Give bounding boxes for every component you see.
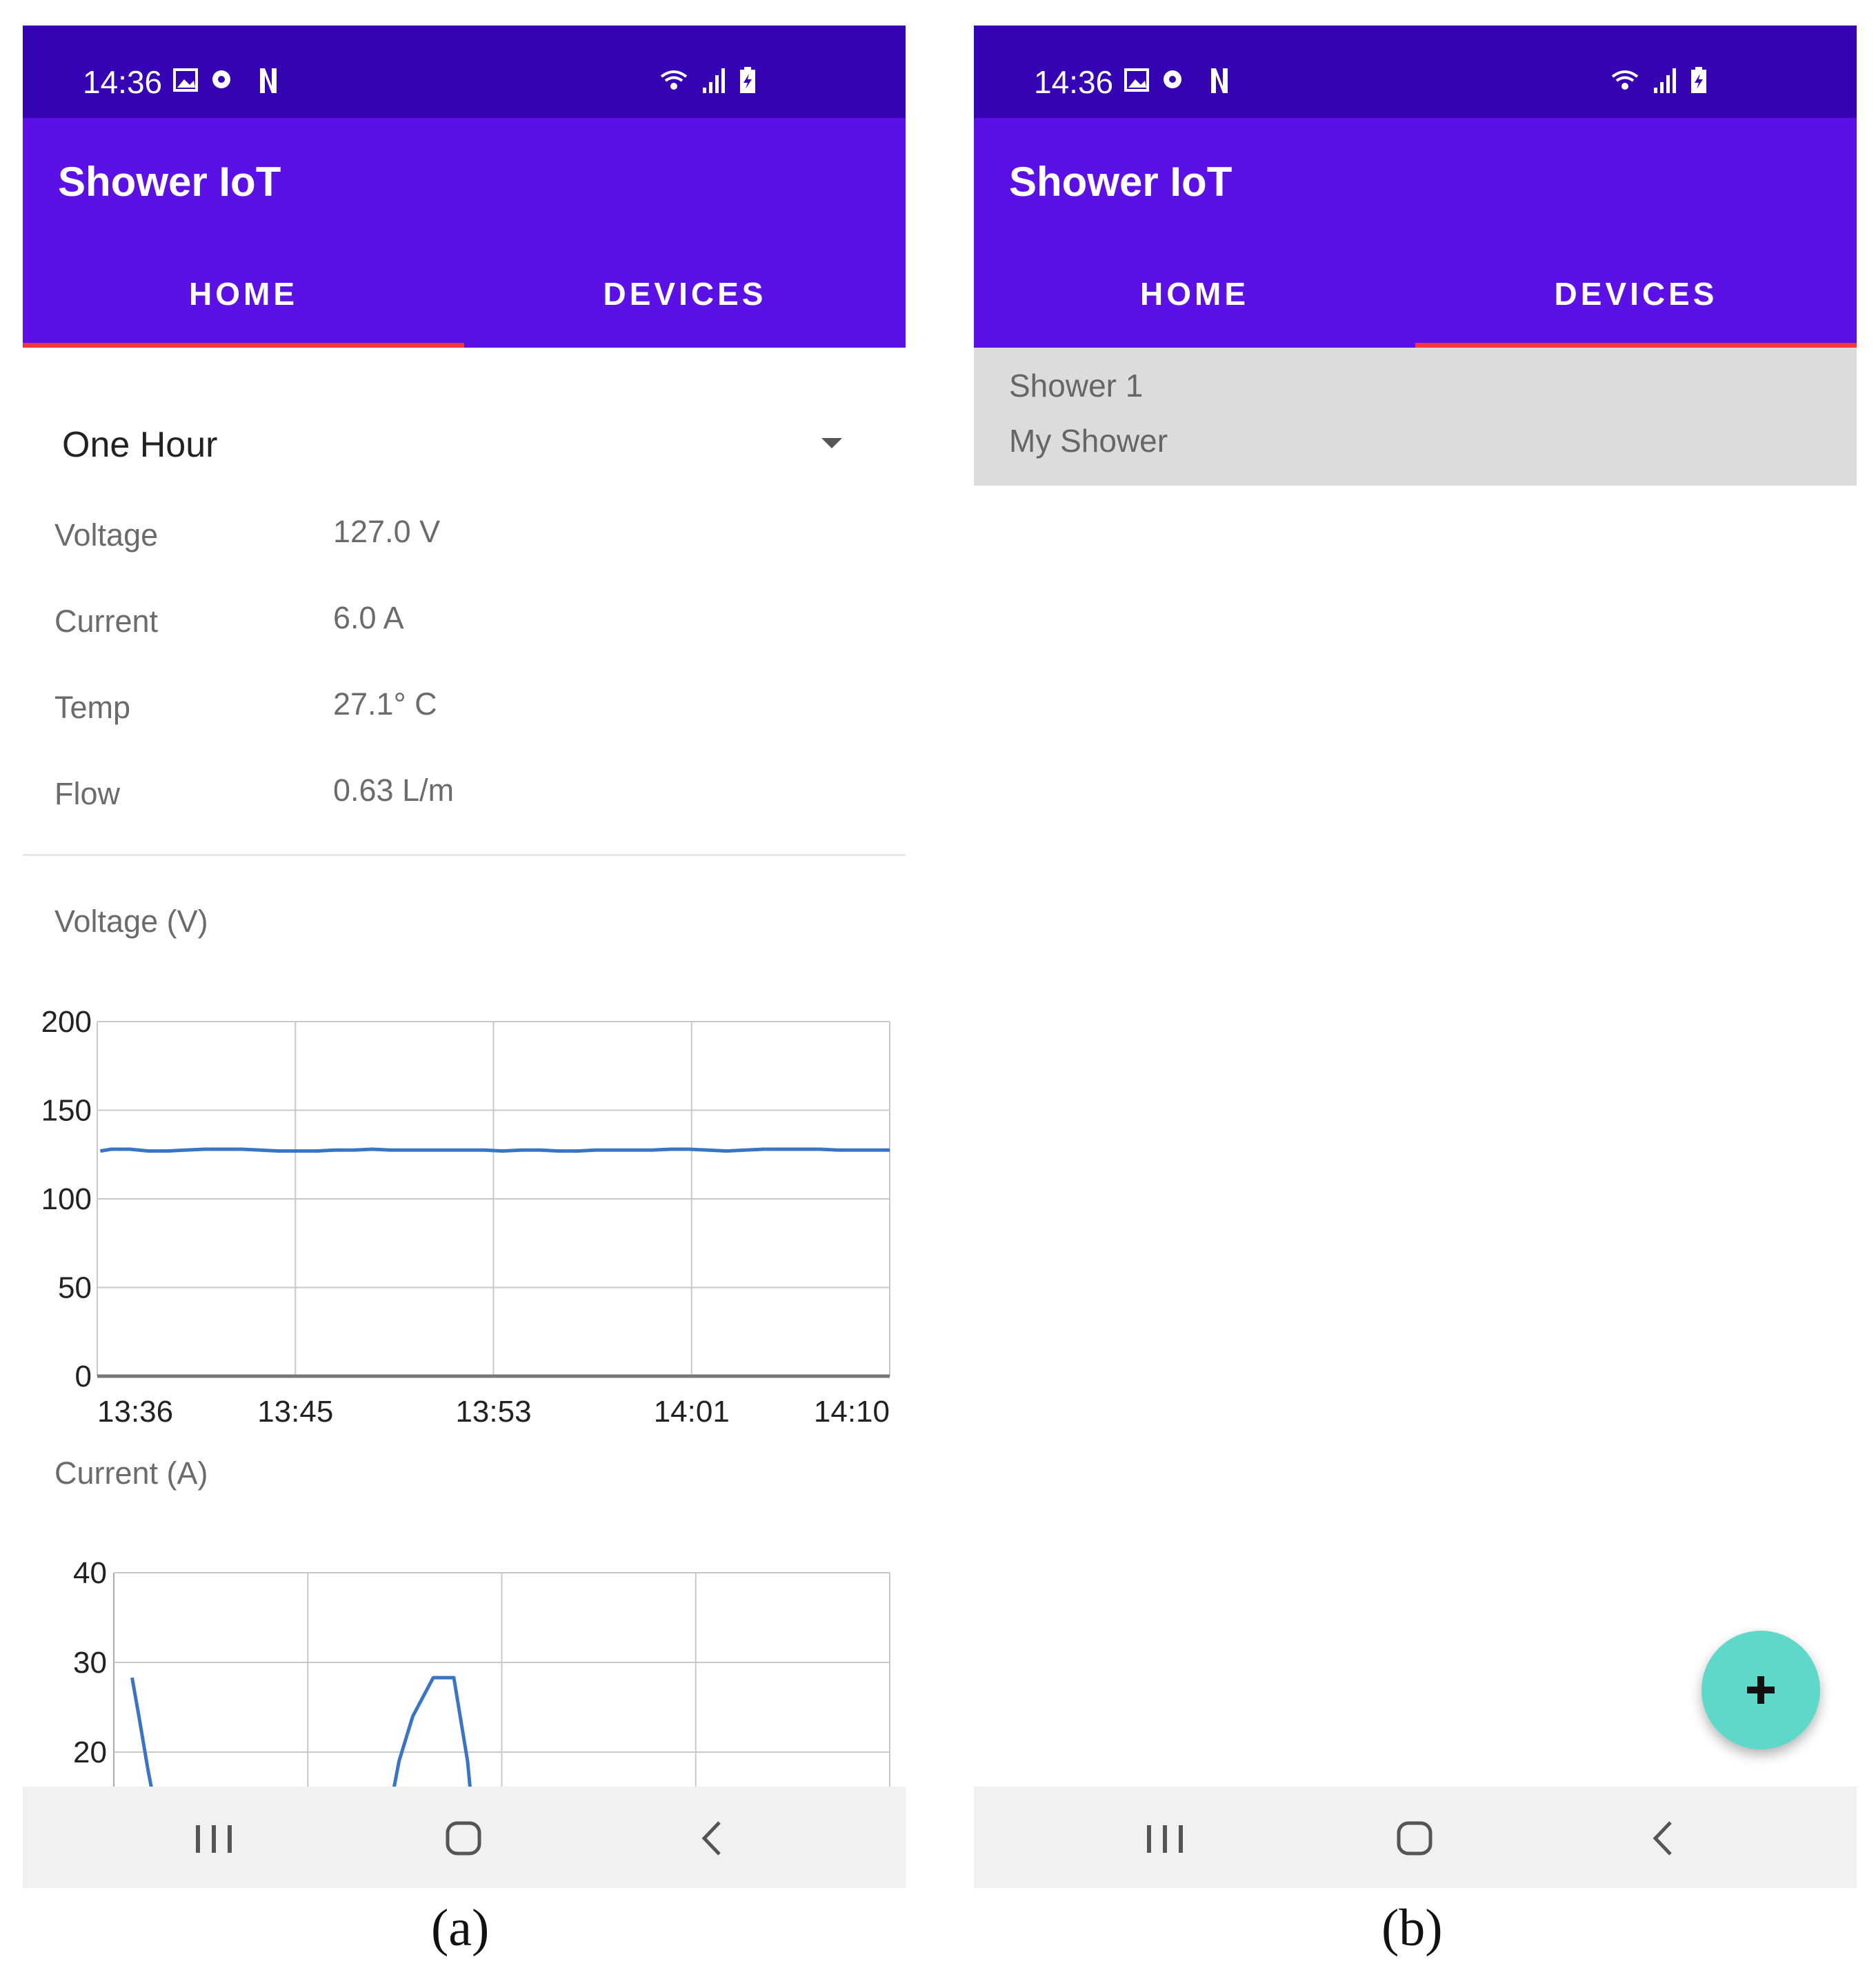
y-tick-label: 50 bbox=[58, 1271, 92, 1305]
status-bar: 14:36 bbox=[974, 26, 1857, 118]
home-button-icon[interactable] bbox=[1387, 1814, 1442, 1862]
system-status-icons bbox=[1611, 67, 1706, 93]
voltage-series-line bbox=[99, 1147, 890, 1153]
current-series-line bbox=[392, 1676, 472, 1787]
x-tick-label: 13:53 bbox=[455, 1395, 531, 1429]
phone-screen-home: 14:36 Shower IoT HOME DEVICES One Hour V… bbox=[23, 26, 906, 1888]
reading-value-current: 6.0 A bbox=[333, 600, 404, 635]
recent-apps-icon[interactable] bbox=[1137, 1814, 1193, 1862]
tab-devices[interactable]: DEVICES bbox=[1415, 275, 1857, 312]
navigation-bar bbox=[23, 1787, 906, 1888]
phone-screen-devices: 14:36 Shower IoT HOME DEVICES Shower 1 M… bbox=[974, 26, 1857, 1888]
current-chart-title: Current (A) bbox=[54, 1455, 208, 1491]
wifi-icon bbox=[1611, 70, 1639, 90]
period-dropdown[interactable]: One Hour bbox=[23, 350, 906, 488]
app-title: Shower IoT bbox=[58, 159, 281, 205]
system-status-icons bbox=[660, 67, 755, 93]
app-bar: Shower IoT HOME DEVICES bbox=[974, 118, 1857, 348]
tab-indicator bbox=[23, 343, 464, 348]
reading-label-flow: Flow bbox=[54, 776, 121, 811]
reading-value-voltage: 127.0 V bbox=[333, 514, 441, 549]
add-device-button[interactable] bbox=[1702, 1631, 1820, 1749]
wifi-icon bbox=[660, 70, 688, 90]
current-series-line bbox=[130, 1677, 153, 1787]
tab-indicator bbox=[1415, 343, 1857, 348]
voltage-chart: 0 50 100 150 200 13:36 13:45 13:53 14:01 14:10 bbox=[41, 1005, 890, 1429]
app-title: Shower IoT bbox=[1009, 159, 1233, 205]
tab-devices[interactable]: DEVICES bbox=[464, 275, 906, 312]
notification-icons bbox=[1124, 68, 1228, 93]
back-icon[interactable] bbox=[1636, 1814, 1691, 1862]
netflix-notification-icon bbox=[1211, 68, 1228, 93]
device-name: Shower 1 bbox=[1009, 368, 1144, 404]
y-tick-label: 40 bbox=[73, 1556, 107, 1590]
reading-label-voltage: Voltage bbox=[54, 517, 159, 553]
caption-b: (b) bbox=[1381, 1899, 1443, 1957]
gear-notification-icon bbox=[212, 70, 230, 88]
voltage-chart-title: Voltage (V) bbox=[54, 904, 208, 939]
y-tick-label: 30 bbox=[73, 1646, 107, 1680]
signal-icon bbox=[703, 68, 725, 93]
y-tick-label: 150 bbox=[41, 1094, 92, 1128]
status-bar: 14:36 bbox=[23, 26, 906, 118]
reading-label-current: Current bbox=[54, 604, 159, 639]
device-description: My Shower bbox=[1009, 423, 1168, 459]
image-notification-icon bbox=[173, 68, 198, 92]
app-bar: Shower IoT HOME DEVICES bbox=[23, 118, 906, 348]
back-icon[interactable] bbox=[685, 1814, 740, 1862]
battery-icon bbox=[740, 67, 755, 93]
status-time: 14:36 bbox=[1034, 64, 1114, 100]
x-tick-label: 14:10 bbox=[814, 1395, 890, 1429]
period-select-value: One Hour bbox=[62, 425, 218, 465]
signal-icon bbox=[1654, 68, 1676, 93]
caption-a: (a) bbox=[431, 1899, 490, 1957]
reading-value-temp: 27.1° C bbox=[333, 686, 437, 722]
y-tick-label: 20 bbox=[73, 1736, 107, 1769]
home-button-icon[interactable] bbox=[436, 1814, 491, 1862]
battery-icon bbox=[1691, 67, 1706, 93]
gear-notification-icon bbox=[1164, 70, 1181, 88]
netflix-notification-icon bbox=[260, 68, 277, 93]
section-divider bbox=[23, 854, 906, 856]
x-tick-label: 14:01 bbox=[654, 1395, 730, 1429]
navigation-bar bbox=[974, 1787, 1857, 1888]
x-tick-label: 13:36 bbox=[97, 1395, 173, 1429]
recent-apps-icon[interactable] bbox=[186, 1814, 241, 1862]
notification-icons bbox=[173, 68, 277, 93]
y-tick-label: 100 bbox=[41, 1182, 92, 1216]
device-list-item[interactable]: Shower 1 My Shower bbox=[974, 348, 1857, 486]
tab-home[interactable]: HOME bbox=[23, 275, 464, 312]
y-tick-label: 0 bbox=[75, 1360, 92, 1393]
reading-value-flow: 0.63 L/m bbox=[333, 773, 455, 808]
reading-label-temp: Temp bbox=[54, 690, 131, 725]
current-chart: 20 30 40 bbox=[73, 1556, 890, 1787]
tab-home[interactable]: HOME bbox=[974, 275, 1415, 312]
y-tick-label: 200 bbox=[41, 1005, 92, 1039]
status-time: 14:36 bbox=[83, 64, 163, 100]
x-tick-label: 13:45 bbox=[257, 1395, 333, 1429]
dropdown-arrow-icon bbox=[821, 438, 842, 448]
image-notification-icon bbox=[1124, 68, 1149, 92]
